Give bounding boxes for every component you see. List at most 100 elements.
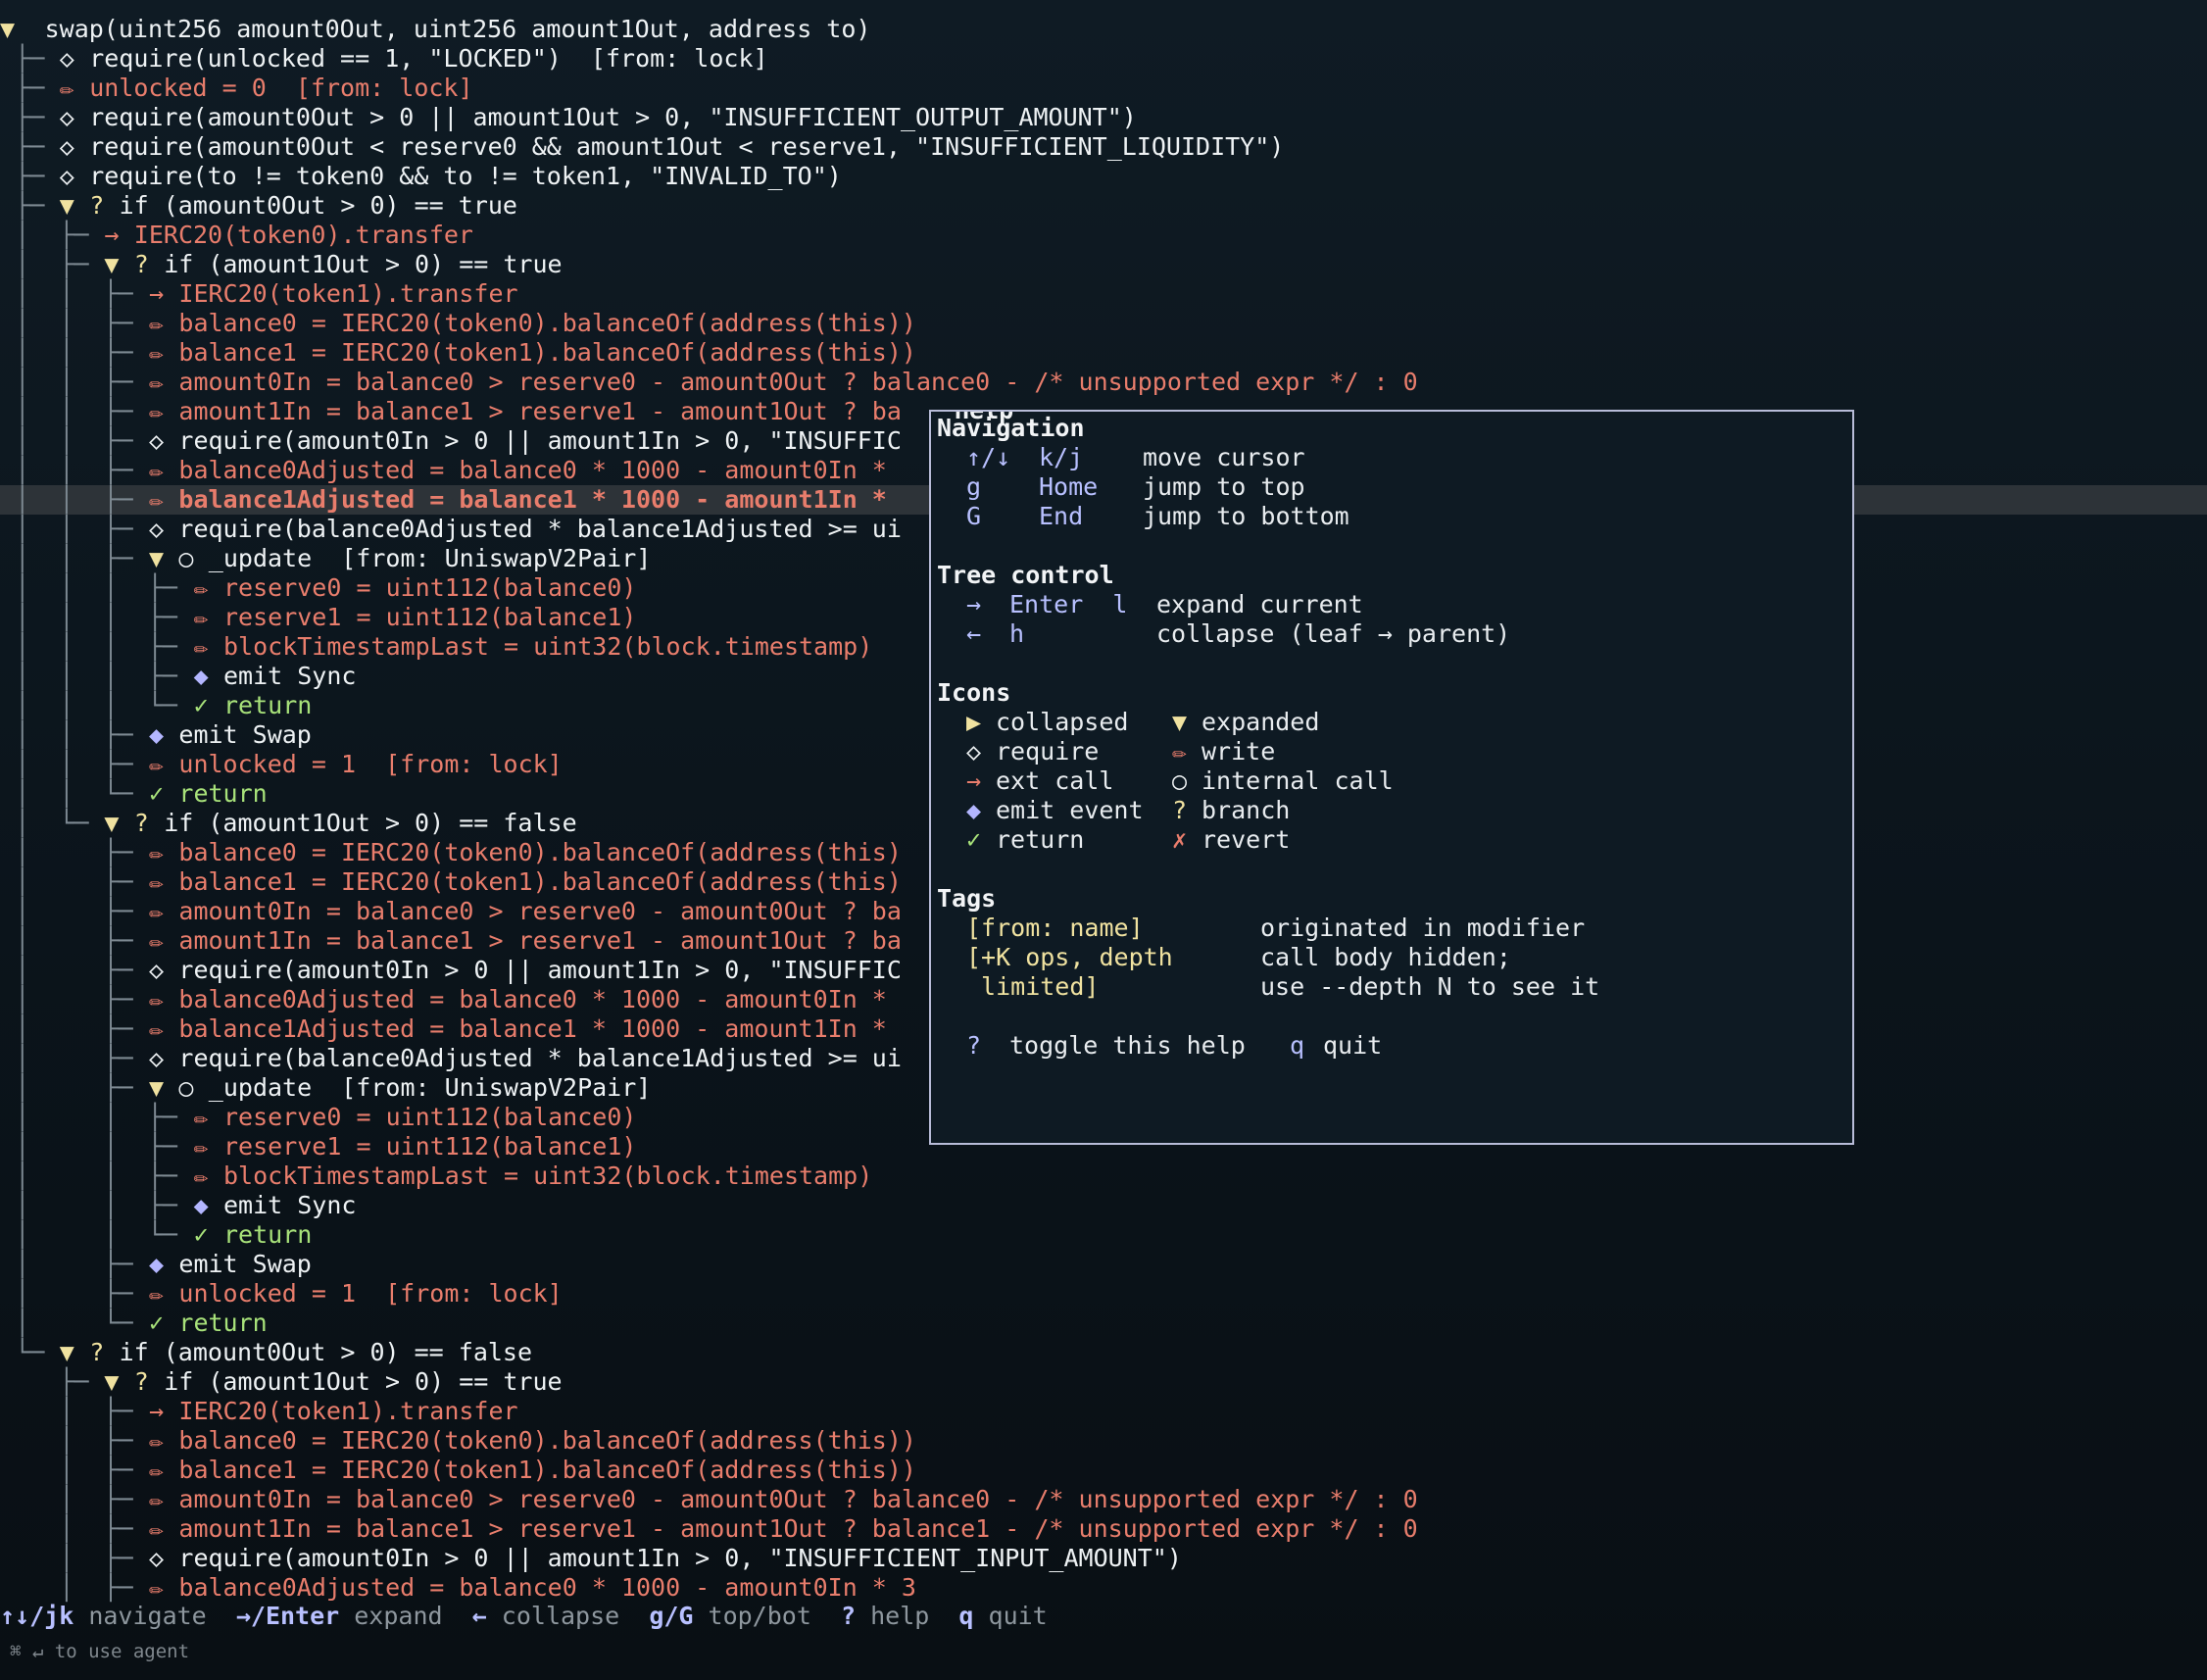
tree-connector: ├─ (15, 132, 45, 161)
tree-connector: │ └─ (15, 809, 104, 837)
pencil-icon: ✏ (149, 1426, 165, 1455)
tree-node-label: balance1 = IERC20(token1).balanceOf(addr… (178, 338, 916, 367)
pencil-icon: ✏ (149, 750, 165, 778)
help-icon-name: emit event (996, 796, 1144, 824)
tree-row[interactable]: │ │ ├─ → IERC20(token1).transfer (0, 279, 2207, 309)
tree-row[interactable]: │ ├─ ◇ require(amount0In > 0 || amount1In … (0, 1544, 2207, 1573)
triangle-down-icon[interactable]: ▼ (149, 544, 164, 573)
arrow-right-icon: → (149, 279, 165, 308)
tree-row[interactable]: │ ├─ ✏ amount1In = balance1 > reserve1 - a… (0, 1514, 2207, 1544)
tree-connector: ├─ (15, 1367, 104, 1396)
tree-row[interactable]: │ ├─ ◆ emit Swap (0, 1250, 2207, 1279)
triangle-down-icon[interactable]: ▼ (104, 809, 119, 838)
tree-row[interactable]: ├─ ▼? if (amount1Out > 0) == true (0, 1367, 2207, 1397)
tree-row[interactable]: ▼ swap(uint256 amount0Out, uint256 amoun… (0, 15, 2207, 44)
tree-node-label: return (223, 691, 313, 719)
tree-connector: │ ├─ (15, 897, 133, 925)
tree-connector: │ ├─ (15, 1544, 133, 1572)
checkmark-icon: ✓ (193, 691, 209, 719)
help-desc: toggle this help (1009, 1031, 1246, 1060)
tree-connector: │ │ ├─ (15, 485, 133, 514)
triangle-right-icon: ▶ (966, 708, 982, 736)
triangle-down-icon[interactable]: ▼ (149, 1073, 164, 1103)
tree-row[interactable]: │ ├─ ✏ balance0Adjusted = balance0 * 1000 … (0, 1573, 2207, 1603)
tree-connector: │ │ └─ (15, 1220, 177, 1249)
triangle-down-icon[interactable]: ▼ (60, 191, 74, 221)
tree-connector: │ │ ├─ (15, 368, 133, 396)
tree-row[interactable]: │ ├─ ✏ balance0 = IERC20(token0).balanceOf… (0, 1426, 2207, 1456)
pencil-icon: ✏ (149, 897, 165, 925)
tree-node-label: require(to != token0 && to != token1, "I… (89, 162, 842, 190)
pencil-icon: ✏ (149, 1514, 165, 1543)
circle-icon: ○ (178, 1073, 194, 1102)
tree-connector: │ │ ├─ (15, 426, 133, 455)
tree-node-label: reserve0 = uint112(balance0) (223, 573, 637, 602)
triangle-down-icon[interactable]: ▼ (104, 1367, 119, 1397)
tree-row[interactable]: │ ├─ ▼? if (amount1Out > 0) == true (0, 250, 2207, 279)
tree-connector: ├─ (15, 103, 45, 131)
tree-node-label: balance0Adjusted = balance0 * 1000 - amo… (178, 985, 887, 1013)
tree-connector: │ ├─ (15, 838, 133, 866)
pencil-icon: ✏ (193, 1161, 209, 1190)
tree-connector: │ │ │ ├─ (15, 662, 177, 690)
status-bar: ↑↓/jk navigate →/Enter expand ← collapse… (0, 1602, 1077, 1631)
help-key: G (966, 502, 982, 530)
tree-row[interactable]: │ └─ ✓ return (0, 1309, 2207, 1338)
diamond-outline-icon: ◇ (966, 737, 982, 766)
tree-node-label: if (amount1Out > 0) == false (164, 809, 577, 837)
tree-connector: │ ├─ (15, 1279, 133, 1308)
tree-row[interactable]: │ │ ├─ ◆ emit Sync (0, 1191, 2207, 1220)
tree-row[interactable]: │ │ ├─ ✏ amount0In = balance0 > reserve0 -… (0, 368, 2207, 397)
pencil-icon: ✏ (149, 309, 165, 337)
tree-row[interactable]: ├─ ▼? if (amount0Out > 0) == true (0, 191, 2207, 221)
checkmark-icon: ✓ (149, 1309, 165, 1337)
tree-row[interactable]: ├─ ✏ unlocked = 0 [from: lock] (0, 74, 2207, 103)
tree-connector: │ │ ├─ (15, 397, 133, 425)
root-toggle-icon: ▼ (0, 15, 30, 43)
tree-row[interactable]: ├─ ◇ require(unlocked == 1, "LOCKED") [fro… (0, 44, 2207, 74)
status-key-2: ← (471, 1602, 487, 1630)
tree-node-label: balance1Adjusted = balance1 * 1000 - amo… (178, 1014, 887, 1043)
tree-row[interactable]: ├─ ◇ require(amount0Out > 0 || amount1Out … (0, 103, 2207, 132)
tree-row[interactable]: │ │ ├─ ✏ balance1 = IERC20(token1).balance… (0, 338, 2207, 368)
triangle-down-icon[interactable]: ▼ (104, 250, 119, 279)
tree-row[interactable]: ├─ ◇ require(to != token0 && to != token1,… (0, 162, 2207, 191)
tree-row[interactable]: ├─ ◇ require(amount0Out < reserve0 && amou… (0, 132, 2207, 162)
status-key-0: ↑↓/jk (0, 1602, 74, 1630)
tree-row[interactable]: │ ├─ ✏ balance1 = IERC20(token1).balanceOf… (0, 1456, 2207, 1485)
tree-node-label: _update [from: UniswapV2Pair] (208, 1073, 652, 1102)
status-key-5: q (958, 1602, 974, 1630)
pencil-icon: ✏ (149, 485, 165, 514)
status-key-3: g/G (649, 1602, 694, 1630)
tree-connector: │ │ │ └─ (15, 691, 177, 719)
tree-node-label: amount1In = balance1 > reserve1 - amount… (178, 926, 902, 955)
tree-row[interactable]: │ │ ├─ ✏ blockTimestampLast = uint32(block… (0, 1161, 2207, 1191)
tree-row[interactable]: │ │ └─ ✓ return (0, 1220, 2207, 1250)
tree-connector: │ ├─ (15, 1250, 133, 1278)
status-key-1: →/Enter (235, 1602, 340, 1630)
tree-row[interactable]: │ ├─ → IERC20(token0).transfer (0, 221, 2207, 250)
pencil-icon: ✏ (1172, 737, 1188, 766)
tree-node-label: return (223, 1220, 313, 1249)
status-label-0: navigate (74, 1602, 236, 1630)
triangle-down-icon[interactable]: ▼ (60, 1338, 74, 1367)
question-icon: ? (133, 250, 149, 278)
tree-row[interactable]: │ ├─ ✏ unlocked = 1 [from: lock] (0, 1279, 2207, 1309)
pencil-icon: ✏ (193, 573, 209, 602)
question-icon: ? (133, 1367, 149, 1396)
tree-row[interactable]: │ │ ├─ ✏ balance0 = IERC20(token0).balance… (0, 309, 2207, 338)
tree-connector: │ │ │ ├─ (15, 603, 177, 631)
help-icon-name: revert (1202, 825, 1291, 854)
question-icon: ? (89, 1338, 105, 1366)
tree-connector: │ │ ├─ (15, 309, 133, 337)
tree-row[interactable]: └─ ▼? if (amount0Out > 0) == false (0, 1338, 2207, 1367)
help-heading: Tree control (937, 561, 1114, 589)
tree-connector: │ ├─ (15, 1573, 133, 1602)
tree-row[interactable]: │ ├─ → IERC20(token1).transfer (0, 1397, 2207, 1426)
arrow-right-icon: → (966, 766, 982, 795)
help-heading: Icons (937, 678, 1011, 707)
help-desc: originated in modifier (1260, 914, 1586, 942)
tree-connector: └─ (15, 1338, 60, 1366)
tree-connector: │ │ ├─ (15, 1161, 177, 1190)
tree-row[interactable]: │ ├─ ✏ amount0In = balance0 > reserve0 - a… (0, 1485, 2207, 1514)
